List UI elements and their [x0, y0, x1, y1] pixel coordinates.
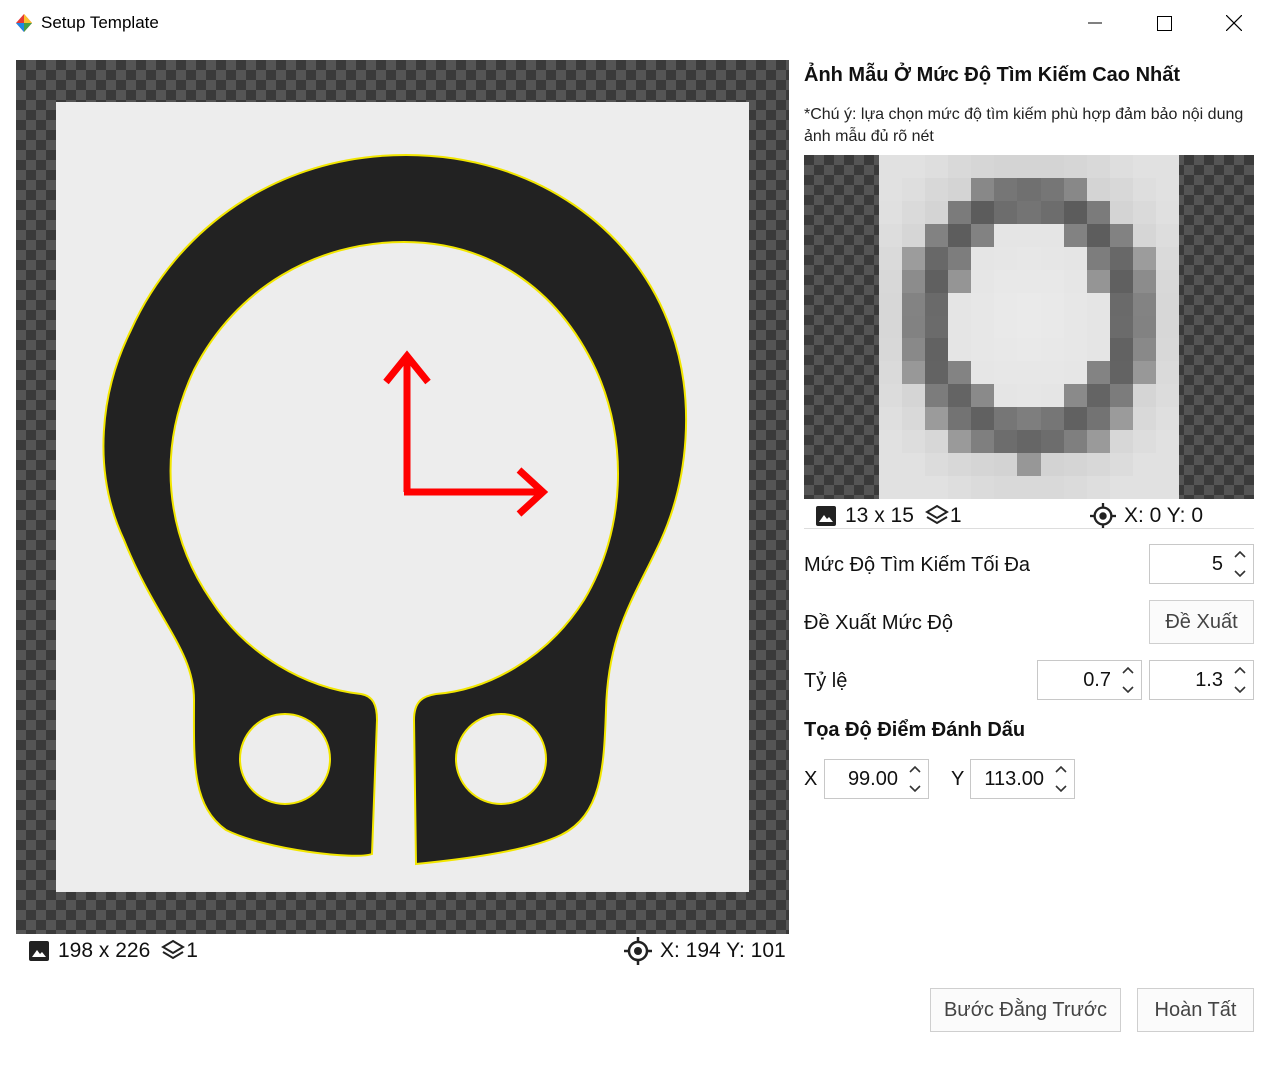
chevron-up-icon [1055, 766, 1067, 773]
scale-max-value: 1.3 [1195, 669, 1223, 691]
maximize-button[interactable] [1129, 0, 1199, 46]
template-size: 13 x 15 [845, 504, 914, 527]
marker-x-spinbox[interactable]: 99.00 [824, 759, 929, 799]
template-preview[interactable] [804, 155, 1254, 499]
decrement-button[interactable] [902, 779, 928, 798]
maximize-icon [1156, 15, 1172, 31]
window-title: Setup Template [41, 13, 159, 32]
decrement-button[interactable] [1048, 779, 1074, 798]
decrement-button[interactable] [1115, 680, 1141, 699]
back-button[interactable]: Bước Đằng Trước [930, 988, 1121, 1032]
max-level-label: Mức Độ Tìm Kiếm Tối Đa [804, 554, 1031, 576]
marker-y-spinbox[interactable]: 113.00 [970, 759, 1075, 799]
template-info: 13 x 15 1 [815, 503, 962, 529]
layers-icon [161, 939, 186, 960]
scale-label: Tỷ lệ [804, 670, 848, 692]
template-coords-text: X: 0 Y: 0 [1124, 504, 1204, 527]
divider [804, 528, 1254, 529]
image-icon [29, 941, 49, 961]
decrement-button[interactable] [1227, 564, 1253, 583]
template-coords: X: 0 Y: 0 [1090, 503, 1203, 529]
increment-button[interactable] [1227, 661, 1253, 680]
image-size: 198 x 226 [58, 939, 151, 962]
chevron-down-icon [1122, 686, 1134, 693]
scale-min-value: 0.7 [1083, 669, 1111, 691]
marker-y-label: Y [951, 768, 965, 790]
template-title: Ảnh Mẫu Ở Mức Độ Tìm Kiếm Cao Nhất [804, 64, 1181, 86]
increment-button[interactable] [1048, 760, 1074, 779]
right-hole [455, 713, 547, 805]
close-icon [1226, 15, 1242, 31]
finish-button[interactable]: Hoàn Tất [1137, 988, 1254, 1032]
left-hole [239, 713, 331, 805]
template-layer-count: 1 [949, 504, 962, 527]
decrement-button[interactable] [1227, 680, 1253, 699]
crosshair-icon [624, 937, 652, 965]
image-icon [816, 506, 836, 526]
chevron-down-icon [1055, 785, 1067, 792]
chevron-up-icon [1234, 667, 1246, 674]
crosshair-icon [1090, 503, 1116, 529]
minimize-button[interactable] [1060, 0, 1130, 46]
coords-text: X: 194 Y: 101 [660, 939, 786, 962]
title-bar: Setup Template [0, 0, 1270, 46]
part-outline [102, 153, 688, 866]
suggest-button[interactable]: Đề Xuất [1149, 600, 1254, 644]
image-info: 198 x 226 1 [28, 937, 198, 965]
chevron-down-icon [1234, 686, 1246, 693]
layers-icon [924, 504, 949, 525]
suggest-label: Đề Xuất Mức Độ [804, 612, 953, 634]
marker-x-value: 99.00 [847, 768, 898, 790]
chevron-down-icon [909, 785, 921, 792]
marker-title: Tọa Độ Điểm Đánh Dấu [804, 719, 1026, 741]
scale-min-spinbox[interactable]: 0.7 [1037, 660, 1142, 700]
chevron-down-icon [1234, 570, 1246, 577]
chevron-up-icon [1122, 667, 1134, 674]
marker-y-value: 113.00 [984, 768, 1044, 790]
origin-axes [383, 350, 549, 517]
close-button[interactable] [1199, 0, 1269, 46]
layer-count: 1 [186, 939, 198, 962]
app-icon [16, 14, 32, 32]
marker-x-label: X [804, 768, 818, 790]
image-coords: X: 194 Y: 101 [624, 937, 786, 965]
template-note: *Chú ý: lựa chọn mức độ tìm kiếm phù hợp… [804, 106, 1244, 145]
chevron-up-icon [1234, 551, 1246, 558]
minimize-icon [1088, 22, 1102, 24]
increment-button[interactable] [902, 760, 928, 779]
increment-button[interactable] [1115, 661, 1141, 680]
chevron-up-icon [909, 766, 921, 773]
scale-max-spinbox[interactable]: 1.3 [1149, 660, 1254, 700]
circlip-image [102, 153, 688, 866]
template-pixels [879, 155, 1179, 499]
image-viewer[interactable] [16, 60, 789, 934]
max-level-spinbox[interactable]: 5 [1149, 544, 1254, 584]
max-level-value: 5 [1211, 553, 1223, 575]
increment-button[interactable] [1227, 545, 1253, 564]
